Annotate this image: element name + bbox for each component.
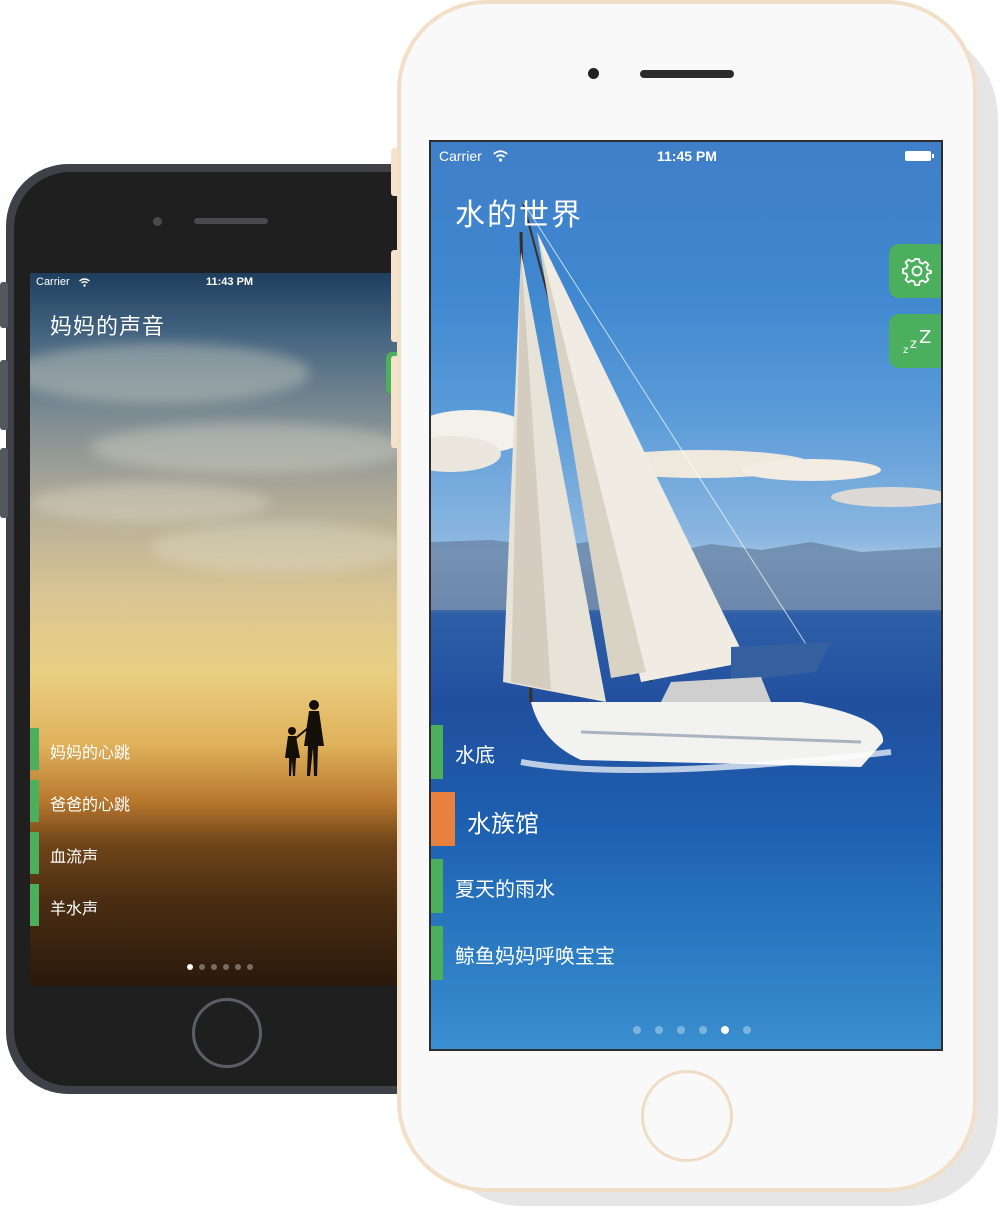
page-indicator[interactable] — [187, 964, 253, 970]
clock-label: 11:43 PM — [206, 276, 254, 288]
gear-icon — [902, 258, 932, 286]
sound-item-label: 夏天的雨水 — [455, 877, 555, 901]
sound-item-summer-rain[interactable]: 夏天的雨水 — [431, 859, 731, 913]
carrier-label: Carrier — [36, 276, 70, 288]
page-dot[interactable] — [721, 1026, 729, 1034]
page-dot[interactable] — [655, 1026, 663, 1034]
settings-button[interactable] — [889, 244, 941, 298]
sound-item-label: 妈妈的心跳 — [50, 743, 131, 762]
page-dot[interactable] — [247, 964, 253, 970]
status-bar: Carrier 11:43 PM — [30, 276, 410, 292]
sound-item-aquarium[interactable]: 水族馆 — [431, 792, 731, 846]
item-accent-bar — [431, 926, 443, 980]
sound-item-label: 血流声 — [50, 847, 99, 866]
phone-front-speaker — [640, 70, 734, 78]
clock-label: 11:45 PM — [657, 148, 717, 164]
item-accent-bar — [431, 859, 443, 913]
battery-icon — [905, 151, 934, 161]
sound-item-mom-heartbeat[interactable]: 妈妈的心跳 — [30, 728, 230, 770]
phone-back-volume-up — [0, 360, 8, 430]
svg-text:z: z — [910, 337, 917, 352]
phone-back-speaker — [194, 218, 268, 224]
phone-front-home-button[interactable] — [641, 1070, 733, 1162]
sound-item-label: 爸爸的心跳 — [50, 795, 131, 814]
item-accent-bar — [30, 832, 39, 874]
sound-item-whale-mother[interactable]: 鲸鱼妈妈呼唤宝宝 — [431, 926, 731, 980]
phone-back-volume-down — [0, 448, 8, 518]
sleep-zzz-icon: z z Z — [903, 327, 931, 356]
mother-child-silhouette — [285, 700, 324, 776]
item-accent-bar — [30, 728, 39, 770]
page-dot[interactable] — [677, 1026, 685, 1034]
phone-back-screen: Carrier 11:43 PM 妈妈的声音 妈妈的心跳 爸爸的心跳 血流声 羊… — [30, 273, 410, 986]
item-accent-bar — [431, 725, 443, 779]
phone-back-mute-switch — [0, 282, 8, 328]
sound-item-label: 水族馆 — [467, 810, 539, 838]
page-dot[interactable] — [199, 964, 205, 970]
wifi-icon — [79, 278, 90, 287]
phone-back-camera — [153, 217, 162, 226]
phone-front-screen: Carrier 11:45 PM 水的世界 z z Z 水底 水族馆 夏天的雨水… — [429, 140, 943, 1051]
sailboat-illustration — [503, 201, 892, 773]
page-dot[interactable] — [235, 964, 241, 970]
page-dot[interactable] — [211, 964, 217, 970]
status-bar: Carrier 11:45 PM — [431, 148, 941, 166]
item-accent-bar — [431, 792, 455, 846]
page-dot[interactable] — [633, 1026, 641, 1034]
page-dot[interactable] — [223, 964, 229, 970]
page-indicator[interactable] — [633, 1026, 751, 1034]
page-title: 妈妈的声音 — [50, 315, 166, 340]
sleep-timer-button[interactable]: z z Z — [889, 314, 941, 368]
phone-front-camera — [588, 68, 599, 79]
wifi-icon — [493, 150, 508, 162]
page-dot[interactable] — [187, 964, 193, 970]
page-title: 水的世界 — [455, 198, 583, 233]
sound-item-underwater[interactable]: 水底 — [431, 725, 731, 779]
sound-item-label: 鲸鱼妈妈呼唤宝宝 — [455, 944, 615, 968]
sound-item-dad-heartbeat[interactable]: 爸爸的心跳 — [30, 780, 230, 822]
sound-item-label: 水底 — [455, 743, 495, 767]
sound-item-label: 羊水声 — [50, 899, 99, 918]
page-dot[interactable] — [743, 1026, 751, 1034]
page-dot[interactable] — [699, 1026, 707, 1034]
sound-item-amniotic-fluid[interactable]: 羊水声 — [30, 884, 230, 926]
sound-item-blood-flow[interactable]: 血流声 — [30, 832, 230, 874]
item-accent-bar — [30, 884, 39, 926]
item-accent-bar — [30, 780, 39, 822]
carrier-label: Carrier — [439, 148, 482, 164]
svg-text:z: z — [903, 345, 908, 356]
phone-back-home-button[interactable] — [192, 998, 262, 1068]
svg-text:Z: Z — [919, 327, 931, 348]
